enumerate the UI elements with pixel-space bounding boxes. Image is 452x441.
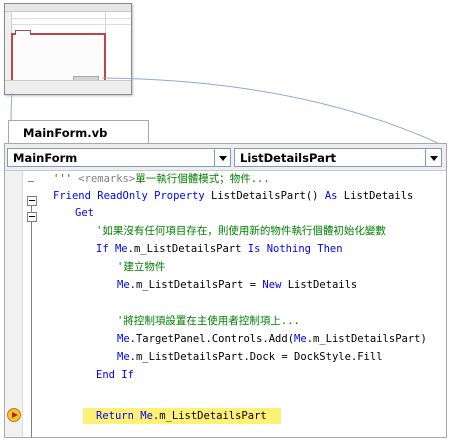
class-name-value: MainForm [13, 151, 78, 165]
class-name-combo[interactable]: MainForm [7, 148, 231, 167]
method-name-value: ListDetailsPart [240, 151, 336, 165]
code-line: Friend ReadOnly Property ListDetailsPart… [53, 190, 414, 202]
current-statement-line: Return Me.m_ListDetailsPart [83, 408, 281, 424]
indicator-margin[interactable] [5, 171, 23, 437]
outline-line [31, 222, 32, 437]
navigation-bar: MainForm ListDetailsPart [5, 144, 446, 171]
code-area[interactable]: ''' <remarks>單一執行個體模式；物件... Friend ReadO… [39, 171, 446, 437]
code-line: End If [96, 369, 134, 381]
code-line: If Me.m_ListDetailsPart Is Nothing Then [96, 243, 343, 255]
tab-mainform-vb[interactable]: MainForm.vb [8, 120, 149, 143]
chevron-down-icon[interactable] [425, 149, 441, 166]
code-line: '將控制項設置在主使用者控制項上... [117, 315, 300, 327]
code-line: Get [75, 207, 94, 219]
code-line: ''' <remarks>單一執行個體模式；物件... [53, 173, 270, 185]
chevron-down-icon[interactable] [214, 149, 230, 166]
outlining-margin [22, 171, 37, 437]
tab-label: MainForm.vb [23, 126, 108, 140]
method-name-combo[interactable]: ListDetailsPart [234, 148, 442, 167]
code-line: '建立物件 [117, 261, 166, 273]
collapse-minus-icon[interactable] [27, 212, 37, 222]
outline-dash [28, 181, 34, 182]
collapse-minus-icon[interactable] [27, 196, 37, 206]
code-line: Me.TargetPanel.Controls.Add(Me.m_ListDet… [117, 333, 427, 345]
code-line: '如果沒有任何項目存在，則使用新的物件執行個體初始化變數 [96, 225, 386, 237]
code-line: Me.m_ListDetailsPart = New ListDetails [117, 279, 358, 291]
current-statement-arrow-icon [7, 408, 21, 422]
code-line: Me.m_ListDetailsPart.Dock = DockStyle.Fi… [117, 351, 383, 363]
code-editor: MainForm ListDetailsPart ''' <remarks>單一… [4, 143, 447, 438]
